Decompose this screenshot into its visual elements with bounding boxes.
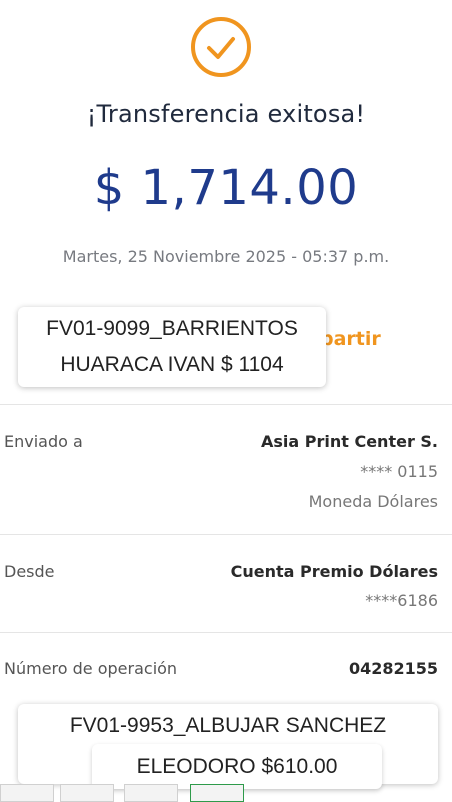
overlay-label-top-line2: HUARACA IVAN $ 1104 [60,353,284,376]
source-account-number: ****6186 [365,591,438,610]
thumbnail[interactable] [124,784,178,802]
success-title: ¡Transferencia exitosa! [86,100,366,128]
share-button[interactable]: partir [320,328,381,350]
operation-number-label: Número de operación [4,659,178,678]
recipient-name: Asia Print Center S. [260,432,438,451]
source-account-name: Cuenta Premio Dólares [230,562,438,581]
overlay-label-top: FV01-9099_BARRIENTOS HUARACA IVAN $ 1104 [18,307,326,387]
overlay-label-top-line1: FV01-9099_BARRIENTOS [46,317,298,340]
thumbnail[interactable] [60,784,114,802]
overlay-label-bottom-line1: FV01-9953_ALBUJAR SANCHEZ [69,714,387,737]
operation-number: 04282155 [348,659,438,678]
divider [0,534,452,535]
transfer-datetime: Martes, 25 Noviembre 2025 - 05:37 p.m. [62,247,390,266]
divider [0,632,452,633]
transfer-amount: $ 1,714.00 [93,160,359,216]
overlay-label-bottom-line2: ELEODORO $610.00 [136,755,338,778]
overlay-label-bottom: FV01-9953_ALBUJAR SANCHEZ ELEODORO $610.… [18,704,438,789]
from-label: Desde [4,562,55,581]
overlay-label-bottom-line2-box: ELEODORO $610.00 [92,744,382,789]
sent-to-label: Enviado a [4,432,83,451]
thumbnail[interactable] [0,784,54,802]
thumbnail-strip [0,784,452,802]
divider [0,404,452,405]
thumbnail[interactable] [190,784,244,802]
recipient-currency: Moneda Dólares [308,492,438,511]
check-circle-icon [189,15,253,79]
recipient-account: **** 0115 [360,462,438,481]
